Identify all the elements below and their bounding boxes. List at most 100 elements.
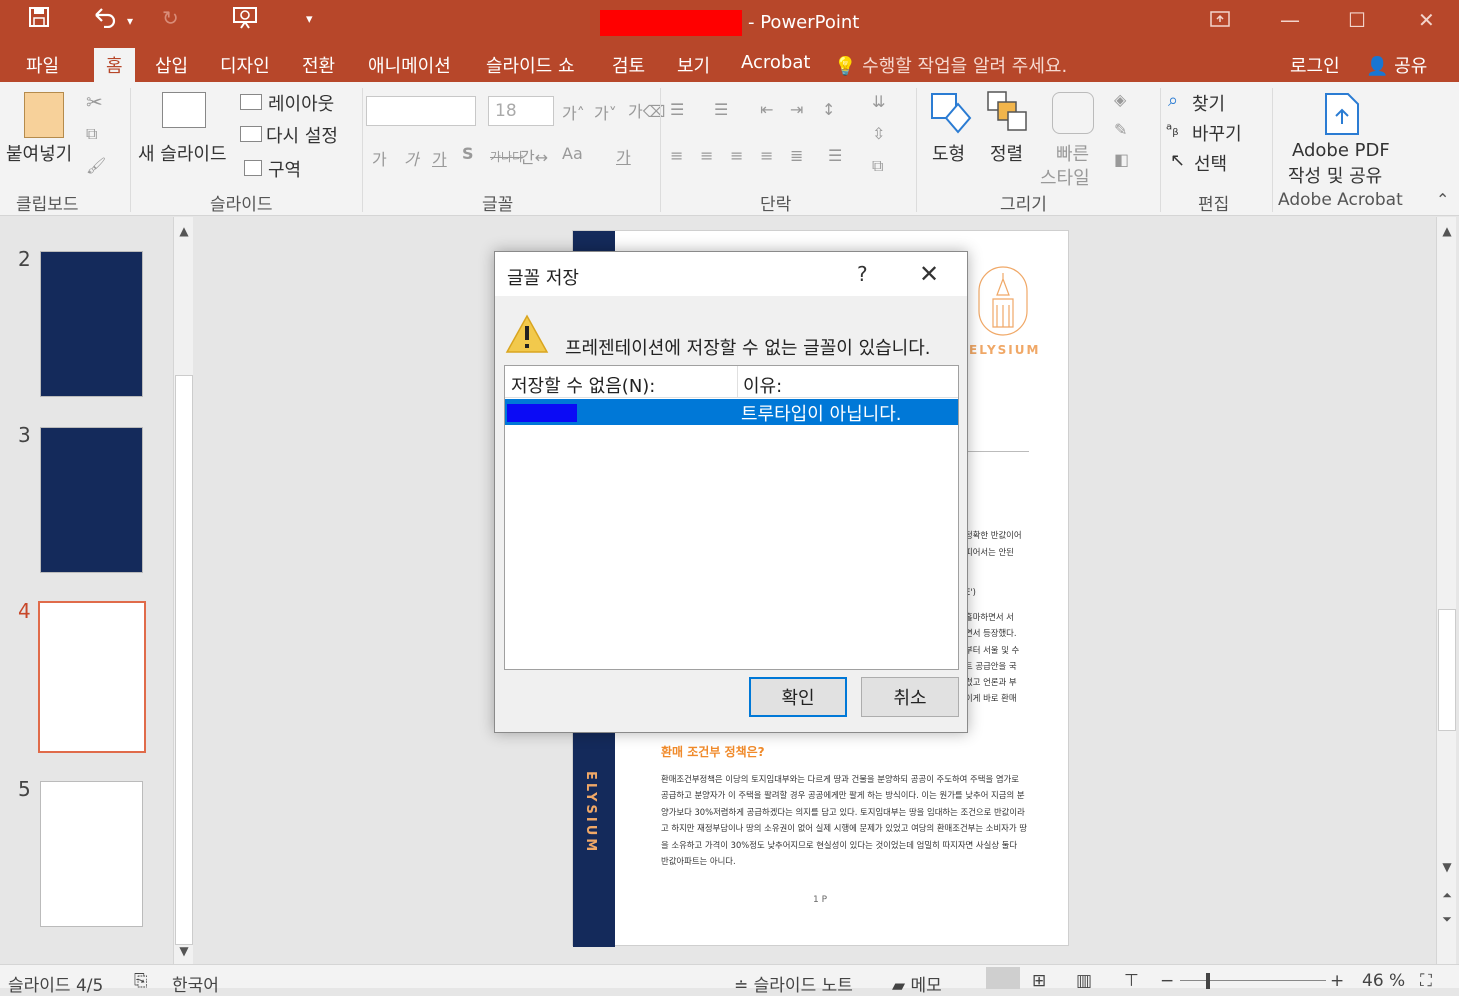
reading-view-icon[interactable]: ▥ (1076, 971, 1092, 991)
grow-font-icon[interactable]: 가˄ (562, 100, 585, 124)
save-icon[interactable] (28, 6, 50, 33)
text-direction-icon[interactable]: ⇊ (872, 92, 885, 111)
slide-thumbnail-2[interactable] (40, 251, 143, 397)
find-button[interactable]: 찾기 (1192, 90, 1225, 116)
tab-review[interactable]: 검토 (612, 52, 645, 78)
fit-slide-icon[interactable]: ⛶ (1420, 971, 1432, 991)
zoom-slider[interactable] (1180, 980, 1326, 981)
column-reason[interactable]: 이유: (743, 372, 782, 398)
tab-transitions[interactable]: 전환 (302, 52, 335, 78)
shrink-font-icon[interactable]: 가˅ (594, 100, 617, 124)
create-pdf-label-2[interactable]: 작성 및 공유 (1288, 162, 1382, 188)
align-text-icon[interactable]: ⇳ (872, 124, 885, 143)
arrange-button[interactable]: 정렬 (990, 140, 1023, 166)
create-pdf-label-1[interactable]: Adobe PDF (1292, 140, 1390, 161)
decrease-indent-icon[interactable]: ⇤ (760, 100, 773, 119)
line-spacing-icon[interactable]: ↕ (822, 100, 835, 119)
select-button[interactable]: 선택 (1194, 150, 1227, 176)
tab-design[interactable]: 디자인 (220, 52, 270, 78)
new-slide-button[interactable]: 새 슬라이드 (138, 140, 227, 166)
notes-button[interactable]: ≐ 슬라이드 노트 (734, 971, 853, 996)
tab-home[interactable]: 홈 (94, 48, 135, 82)
bold-icon[interactable]: 가 (372, 146, 387, 170)
distributed-icon[interactable]: ≣ (790, 146, 803, 165)
dialog-close-icon[interactable]: ✕ (919, 260, 939, 288)
replace-button[interactable]: 바꾸기 (1192, 120, 1242, 146)
copy-icon[interactable]: ⧉ (86, 124, 97, 144)
share-button[interactable]: 👤 공유 (1366, 52, 1427, 78)
fonts-list[interactable]: 저장할 수 없음(N): 이유: 트루타입이 아닙니다. (504, 365, 959, 670)
scroll-thumb[interactable] (1438, 609, 1456, 731)
close-window-icon[interactable]: ✕ (1418, 8, 1435, 32)
section-button[interactable]: 구역 (268, 156, 301, 182)
align-left-icon[interactable]: ≡ (670, 146, 683, 165)
justify-icon[interactable]: ≡ (760, 146, 773, 165)
zoom-out-icon[interactable]: − (1160, 971, 1174, 991)
smartart-icon[interactable]: ⧉ (872, 156, 883, 176)
font-name-input[interactable] (366, 96, 476, 126)
customize-qat-icon[interactable]: ▾ (306, 12, 313, 27)
list-item[interactable]: 트루타입이 아닙니다. (505, 399, 958, 425)
slide-thumbnail-5[interactable] (40, 781, 143, 927)
new-slide-icon[interactable] (162, 92, 206, 128)
font-size-input[interactable]: 18 (488, 96, 554, 126)
next-slide-icon[interactable]: ⏷ (1437, 909, 1457, 929)
format-painter-icon[interactable]: 🖌 (86, 156, 106, 175)
italic-icon[interactable]: 가 (404, 146, 419, 170)
tab-animations[interactable]: 애니메이션 (368, 52, 451, 78)
zoom-level[interactable]: 46 % (1362, 971, 1405, 991)
change-case-icon[interactable]: Aa (562, 144, 583, 163)
column-cannot-save[interactable]: 저장할 수 없음(N): (511, 372, 655, 398)
scroll-down-icon[interactable]: ▼ (174, 941, 194, 961)
tab-file[interactable]: 파일 (26, 52, 59, 78)
login-link[interactable]: 로그인 (1290, 52, 1340, 78)
thumbnail-scrollbar[interactable]: ▲ ▼ (173, 217, 193, 964)
create-pdf-icon[interactable] (1322, 92, 1362, 140)
strikethrough-icon[interactable]: 가나다 (490, 148, 523, 165)
undo-icon[interactable] (92, 6, 118, 33)
shapes-icon[interactable] (928, 90, 974, 140)
ribbon-display-options-icon[interactable] (1210, 11, 1230, 31)
cancel-button[interactable]: 취소 (861, 677, 959, 717)
numbering-icon[interactable]: ☰ (714, 100, 728, 119)
slide-thumbnail-3[interactable] (40, 427, 143, 573)
scroll-thumb[interactable] (175, 375, 193, 945)
present-from-start-icon[interactable] (232, 6, 258, 35)
zoom-in-icon[interactable]: + (1330, 971, 1344, 991)
slide-sorter-icon[interactable]: ⊞ (1032, 971, 1046, 991)
char-spacing-icon[interactable]: 간↔ (520, 144, 548, 168)
maximize-icon[interactable]: ☐ (1348, 8, 1366, 32)
arrange-icon[interactable] (986, 90, 1030, 140)
increase-indent-icon[interactable]: ⇥ (790, 100, 803, 119)
paste-icon[interactable] (24, 92, 64, 138)
scroll-up-icon[interactable]: ▲ (174, 221, 194, 241)
scroll-down-icon[interactable]: ▼ (1437, 857, 1457, 877)
zoom-slider-thumb[interactable] (1206, 973, 1210, 989)
cut-icon[interactable]: ✂ (86, 90, 103, 114)
tab-slideshow[interactable]: 슬라이드 쇼 (486, 52, 575, 78)
bullets-icon[interactable]: ☰ (670, 100, 684, 119)
align-right-icon[interactable]: ≡ (730, 146, 743, 165)
comments-button[interactable]: ▰ 메모 (892, 971, 942, 996)
align-center-icon[interactable]: ≡ (700, 146, 713, 165)
tab-insert[interactable]: 삽입 (155, 52, 188, 78)
tell-me-search[interactable]: 💡 수행할 작업을 알려 주세요. (834, 52, 1067, 78)
collapse-ribbon-icon[interactable]: ⌃ (1436, 190, 1449, 209)
slideshow-view-icon[interactable]: ⊤ (1124, 971, 1139, 991)
underline-icon[interactable]: 가 (432, 146, 447, 170)
previous-slide-icon[interactable]: ⏶ (1437, 885, 1457, 905)
reset-button[interactable]: 다시 설정 (266, 122, 338, 148)
undo-dropdown-icon[interactable]: ▾ (127, 14, 133, 28)
spellcheck-icon[interactable]: ⎘ (134, 971, 148, 991)
language-indicator[interactable]: 한국어 (172, 971, 219, 996)
shadow-icon[interactable]: S (462, 144, 474, 163)
tab-view[interactable]: 보기 (677, 52, 710, 78)
help-button[interactable]: ? (857, 262, 868, 286)
columns-icon[interactable]: ☰ (828, 146, 842, 165)
minimize-icon[interactable]: — (1280, 8, 1300, 32)
font-color-icon[interactable]: 가 (616, 144, 631, 168)
editor-scrollbar[interactable]: ▲ ▼ ⏶ ⏷ (1436, 217, 1456, 964)
paste-button[interactable]: 붙여넣기 (6, 140, 72, 166)
ok-button[interactable]: 확인 (749, 677, 847, 717)
scroll-up-icon[interactable]: ▲ (1437, 221, 1457, 241)
